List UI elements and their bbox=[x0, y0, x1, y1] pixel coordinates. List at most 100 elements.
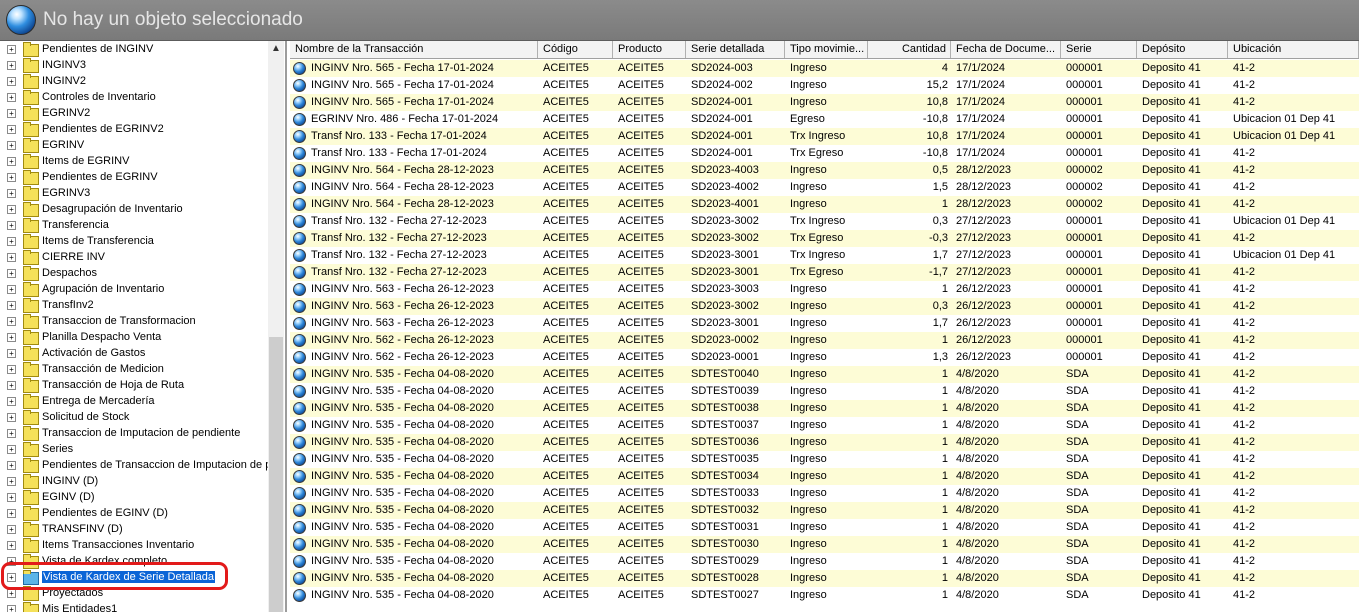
tree-item[interactable]: + Pendientes de Transaccion de Imputacion… bbox=[0, 458, 271, 474]
column-header[interactable]: Serie bbox=[1061, 41, 1137, 58]
tree-item[interactable]: + EGRINV3 bbox=[0, 186, 270, 202]
tree-item[interactable]: + EGINV (D) bbox=[0, 490, 270, 506]
expand-icon[interactable]: + bbox=[7, 205, 16, 214]
table-row[interactable]: INGINV Nro. 565 - Fecha 17-01-2024 ACEITE… bbox=[290, 94, 1359, 111]
expand-icon[interactable]: + bbox=[7, 477, 16, 486]
expand-icon[interactable]: + bbox=[7, 237, 16, 246]
column-header[interactable]: Cantidad bbox=[868, 41, 951, 58]
expand-icon[interactable]: + bbox=[7, 461, 16, 470]
table-row[interactable]: INGINV Nro. 535 - Fecha 04-08-2020 ACEITE… bbox=[290, 553, 1359, 570]
tree-item[interactable]: + Transacción de Medicion bbox=[0, 362, 270, 378]
table-row[interactable]: INGINV Nro. 535 - Fecha 04-08-2020 ACEITE… bbox=[290, 519, 1359, 536]
scroll-up-icon[interactable]: ▲ bbox=[268, 41, 284, 57]
table-row[interactable]: INGINV Nro. 535 - Fecha 04-08-2020 ACEITE… bbox=[290, 451, 1359, 468]
tree-item[interactable]: + Items de EGRINV bbox=[0, 154, 270, 170]
expand-icon[interactable]: + bbox=[7, 45, 16, 54]
table-row[interactable]: INGINV Nro. 535 - Fecha 04-08-2020 ACEITE… bbox=[290, 570, 1359, 587]
expand-icon[interactable]: + bbox=[7, 429, 16, 438]
table-row[interactable]: INGINV Nro. 535 - Fecha 04-08-2020 ACEITE… bbox=[290, 536, 1359, 553]
expand-icon[interactable]: + bbox=[7, 173, 16, 182]
tree-item[interactable]: + Planilla Despacho Venta bbox=[0, 330, 270, 346]
expand-icon[interactable]: + bbox=[7, 589, 16, 598]
table-row[interactable]: Transf Nro. 132 - Fecha 27-12-2023 ACEITE… bbox=[290, 213, 1359, 230]
table-row[interactable]: Transf Nro. 133 - Fecha 17-01-2024 ACEITE… bbox=[290, 145, 1359, 162]
table-row[interactable]: INGINV Nro. 535 - Fecha 04-08-2020 ACEITE… bbox=[290, 400, 1359, 417]
table-row[interactable]: INGINV Nro. 563 - Fecha 26-12-2023 ACEITE… bbox=[290, 281, 1359, 298]
tree-item[interactable]: + Pendientes de EGRINV bbox=[0, 170, 270, 186]
column-header[interactable]: Código bbox=[538, 41, 613, 58]
column-header[interactable]: Ubicación bbox=[1228, 41, 1359, 58]
expand-icon[interactable]: + bbox=[7, 189, 16, 198]
tree-item[interactable]: + Mis Entidades1 bbox=[0, 602, 270, 612]
table-row[interactable]: INGINV Nro. 564 - Fecha 28-12-2023 ACEITE… bbox=[290, 179, 1359, 196]
table-row[interactable]: INGINV Nro. 535 - Fecha 04-08-2020 ACEITE… bbox=[290, 587, 1359, 604]
expand-icon[interactable]: + bbox=[7, 541, 16, 550]
expand-icon[interactable]: + bbox=[7, 349, 16, 358]
table-row[interactable]: Transf Nro. 132 - Fecha 27-12-2023 ACEITE… bbox=[290, 230, 1359, 247]
expand-icon[interactable]: + bbox=[7, 509, 16, 518]
expand-icon[interactable]: + bbox=[7, 365, 16, 374]
tree-item[interactable]: + CIERRE INV bbox=[0, 250, 270, 266]
expand-icon[interactable]: + bbox=[7, 77, 16, 86]
column-header[interactable]: Serie detallada bbox=[686, 41, 785, 58]
table-row[interactable]: INGINV Nro. 563 - Fecha 26-12-2023 ACEITE… bbox=[290, 315, 1359, 332]
tree-item[interactable]: + Pendientes de EGRINV2 bbox=[0, 122, 270, 138]
table-row[interactable]: INGINV Nro. 535 - Fecha 04-08-2020 ACEITE… bbox=[290, 417, 1359, 434]
table-row[interactable]: INGINV Nro. 564 - Fecha 28-12-2023 ACEITE… bbox=[290, 162, 1359, 179]
expand-icon[interactable]: + bbox=[7, 109, 16, 118]
tree-item[interactable]: + Entrega de Mercadería bbox=[0, 394, 270, 410]
tree-item[interactable]: + Controles de Inventario bbox=[0, 90, 270, 106]
expand-icon[interactable]: + bbox=[7, 141, 16, 150]
tree-item[interactable]: + TRANSFINV (D) bbox=[0, 522, 270, 538]
tree-item[interactable]: + EGRINV bbox=[0, 138, 270, 154]
table-row[interactable]: INGINV Nro. 535 - Fecha 04-08-2020 ACEITE… bbox=[290, 468, 1359, 485]
expand-icon[interactable]: + bbox=[7, 221, 16, 230]
column-header[interactable]: Nombre de la Transacción bbox=[290, 41, 538, 58]
tree-item[interactable]: + Transaccion de Imputacion de pendiente bbox=[0, 426, 270, 442]
table-row[interactable]: Transf Nro. 132 - Fecha 27-12-2023 ACEITE… bbox=[290, 247, 1359, 264]
table-row[interactable]: INGINV Nro. 535 - Fecha 04-08-2020 ACEITE… bbox=[290, 434, 1359, 451]
table-row[interactable]: INGINV Nro. 563 - Fecha 26-12-2023 ACEITE… bbox=[290, 298, 1359, 315]
scroll-thumb[interactable] bbox=[269, 337, 283, 612]
table-row[interactable]: INGINV Nro. 535 - Fecha 04-08-2020 ACEITE… bbox=[290, 485, 1359, 502]
column-header[interactable]: Producto bbox=[613, 41, 686, 58]
tree-item[interactable]: + Desagrupación de Inventario bbox=[0, 202, 270, 218]
table-row[interactable]: INGINV Nro. 562 - Fecha 26-12-2023 ACEITE… bbox=[290, 332, 1359, 349]
tree-item[interactable]: + Agrupación de Inventario bbox=[0, 282, 270, 298]
table-row[interactable]: INGINV Nro. 565 - Fecha 17-01-2024 ACEITE… bbox=[290, 77, 1359, 94]
table-row[interactable]: INGINV Nro. 535 - Fecha 04-08-2020 ACEITE… bbox=[290, 366, 1359, 383]
tree-item[interactable]: + Transferencia bbox=[0, 218, 270, 234]
expand-icon[interactable]: + bbox=[7, 445, 16, 454]
tree-item[interactable]: + Series bbox=[0, 442, 270, 458]
table-row[interactable]: Transf Nro. 133 - Fecha 17-01-2024 ACEITE… bbox=[290, 128, 1359, 145]
column-header[interactable]: Tipo movimie... bbox=[785, 41, 868, 58]
tree-item[interactable]: + Pendientes de INGINV bbox=[0, 42, 270, 58]
expand-icon[interactable]: + bbox=[7, 493, 16, 502]
expand-icon[interactable]: + bbox=[7, 285, 16, 294]
tree-item[interactable]: + Pendientes de EGINV (D) bbox=[0, 506, 270, 522]
tree-item[interactable]: + INGINV3 bbox=[0, 58, 270, 74]
expand-icon[interactable]: + bbox=[7, 381, 16, 390]
tree-item[interactable]: + EGRINV2 bbox=[0, 106, 270, 122]
table-row[interactable]: EGRINV Nro. 486 - Fecha 17-01-2024 ACEITE… bbox=[290, 111, 1359, 128]
column-header[interactable]: Fecha de Docume... bbox=[951, 41, 1061, 58]
tree-item[interactable]: + Activación de Gastos bbox=[0, 346, 270, 362]
tree-scrollbar[interactable]: ▲ bbox=[268, 41, 284, 612]
tree-item[interactable]: + Items Transacciones Inventario bbox=[0, 538, 270, 554]
tree-item[interactable]: + INGINV2 bbox=[0, 74, 270, 90]
expand-icon[interactable]: + bbox=[7, 525, 16, 534]
expand-icon[interactable]: + bbox=[7, 317, 16, 326]
expand-icon[interactable]: + bbox=[7, 269, 16, 278]
tree-item[interactable]: + Despachos bbox=[0, 266, 270, 282]
tree-item[interactable]: + INGINV (D) bbox=[0, 474, 270, 490]
tree-item[interactable]: + Transaccion de Transformacion bbox=[0, 314, 270, 330]
tree-item[interactable]: + Solicitud de Stock bbox=[0, 410, 270, 426]
table-row[interactable]: INGINV Nro. 564 - Fecha 28-12-2023 ACEITE… bbox=[290, 196, 1359, 213]
tree-item[interactable]: + TransfInv2 bbox=[0, 298, 270, 314]
table-row[interactable]: INGINV Nro. 535 - Fecha 04-08-2020 ACEITE… bbox=[290, 383, 1359, 400]
expand-icon[interactable]: + bbox=[7, 125, 16, 134]
column-header[interactable]: Depósito bbox=[1137, 41, 1228, 58]
expand-icon[interactable]: + bbox=[7, 157, 16, 166]
tree-item[interactable]: + Transacción de Hoja de Ruta bbox=[0, 378, 270, 394]
tree-item[interactable]: + Items de Transferencia bbox=[0, 234, 270, 250]
